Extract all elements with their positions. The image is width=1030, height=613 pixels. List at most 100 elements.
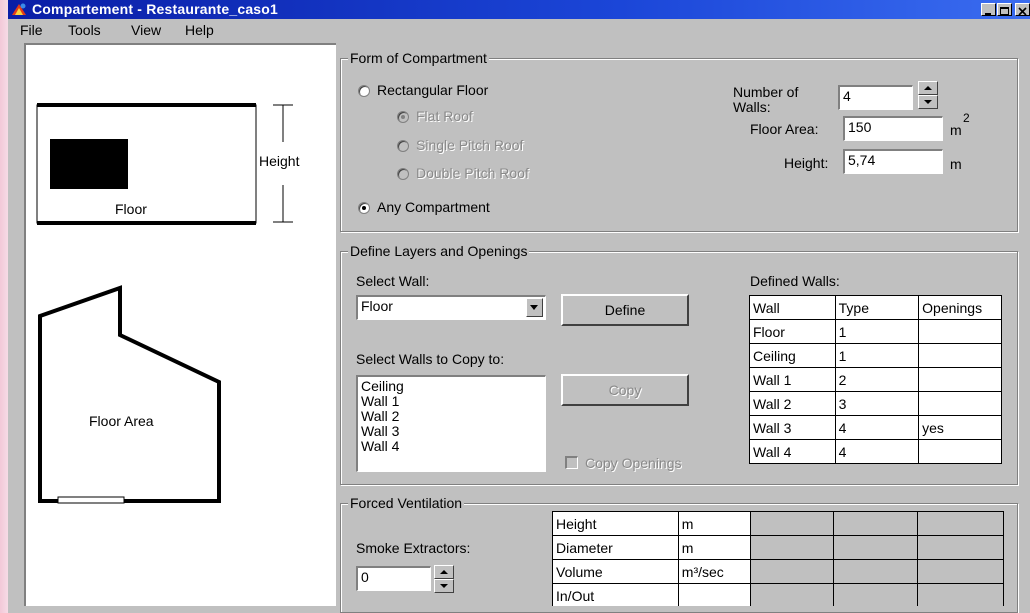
table-cell[interactable]	[833, 583, 919, 606]
spin-up-button[interactable]	[918, 81, 938, 95]
any-compartment-radio[interactable]	[358, 202, 370, 214]
table-row[interactable]: Height m	[552, 511, 1004, 536]
table-row[interactable]: Floor 1	[749, 319, 1002, 344]
number-of-walls-spinner[interactable]	[918, 81, 938, 109]
ventilation-table: Height m Diameter m Volume m³/sec In/Out	[552, 511, 1004, 606]
table-cell[interactable]: Wall 4	[749, 439, 836, 464]
table-cell[interactable]: 3	[834, 391, 920, 416]
list-item[interactable]: Wall 4	[361, 439, 542, 454]
smoke-extractors-label: Smoke Extractors:	[356, 540, 471, 556]
table-cell[interactable]	[833, 511, 919, 536]
single-pitch-roof-label[interactable]: Single Pitch Roof	[416, 137, 523, 153]
table-row[interactable]: Wall 2 3	[749, 391, 1002, 416]
double-pitch-roof-radio[interactable]	[397, 168, 409, 180]
height-field-label: Height:	[784, 155, 829, 171]
copy-button[interactable]: Copy	[561, 374, 689, 406]
table-cell[interactable]	[917, 511, 1004, 536]
floor-area-unit-exponent: 2	[963, 111, 970, 125]
list-item[interactable]: Wall 3	[361, 424, 542, 439]
table-cell	[677, 583, 751, 606]
window-title: Compartement - Restaurante_caso1	[32, 1, 279, 17]
table-cell[interactable]	[749, 583, 835, 606]
table-cell[interactable]	[833, 559, 919, 584]
close-button[interactable]	[1015, 3, 1030, 16]
table-row[interactable]: Volume m³/sec	[552, 559, 1004, 584]
ventilation-table-clip: Height m Diameter m Volume m³/sec In/Out	[552, 511, 1004, 606]
table-header-row: Wall Type Openings	[749, 295, 1002, 320]
menu-help[interactable]: Help	[185, 22, 214, 38]
table-cell[interactable]	[918, 367, 1002, 392]
list-item[interactable]: Wall 2	[361, 409, 542, 424]
table-cell[interactable]: 4	[834, 415, 920, 440]
double-pitch-roof-label[interactable]: Double Pitch Roof	[416, 165, 529, 181]
spin-up-button[interactable]	[434, 565, 454, 579]
arrow-down-icon	[924, 100, 932, 104]
table-cell[interactable]	[917, 583, 1004, 606]
table-cell[interactable]: yes	[918, 415, 1002, 440]
list-item[interactable]: Wall 1	[361, 394, 542, 409]
single-pitch-roof-radio[interactable]	[397, 140, 409, 152]
table-cell[interactable]	[749, 535, 835, 560]
table-cell[interactable]	[918, 439, 1002, 464]
flat-roof-label[interactable]: Flat Roof	[416, 108, 473, 124]
table-cell[interactable]: 2	[834, 367, 920, 392]
smoke-extractors-spinner[interactable]	[434, 565, 454, 593]
table-cell: m³/sec	[677, 559, 751, 584]
rectangular-floor-label[interactable]: Rectangular Floor	[377, 82, 488, 98]
copy-openings-label[interactable]: Copy Openings	[585, 455, 682, 471]
floor-label: Floor	[115, 201, 147, 217]
table-cell: In/Out	[552, 583, 679, 606]
smoke-extractors-input[interactable]: 0	[356, 566, 431, 591]
spin-down-button[interactable]	[918, 95, 938, 109]
table-cell[interactable]: Wall 2	[749, 391, 836, 416]
select-wall-dropdown[interactable]: Floor	[356, 295, 546, 320]
copy-openings-checkbox[interactable]	[565, 456, 578, 469]
table-row[interactable]: In/Out	[552, 583, 1004, 606]
number-of-walls-input[interactable]: 4	[838, 85, 913, 110]
table-cell[interactable]: 4	[834, 439, 920, 464]
table-cell[interactable]	[917, 535, 1004, 560]
table-cell[interactable]: 1	[834, 343, 920, 368]
dropdown-toggle-button[interactable]	[526, 298, 543, 317]
title-bar[interactable]: Compartement - Restaurante_caso1	[8, 0, 1030, 19]
defined-walls-label: Defined Walls:	[750, 273, 840, 289]
define-button[interactable]: Define	[561, 294, 689, 326]
any-compartment-label[interactable]: Any Compartment	[377, 199, 490, 215]
list-item[interactable]: Ceiling	[361, 379, 542, 394]
table-cell[interactable]	[749, 511, 835, 536]
table-row[interactable]: Wall 1 2	[749, 367, 1002, 392]
table-cell[interactable]	[749, 559, 835, 584]
select-wall-label: Select Wall:	[356, 273, 430, 289]
minimize-button[interactable]	[981, 3, 996, 16]
table-cell[interactable]	[833, 535, 919, 560]
table-row[interactable]: Diameter m	[552, 535, 1004, 560]
maximize-button[interactable]	[997, 3, 1012, 16]
height-input[interactable]: 5,74	[843, 149, 943, 174]
close-icon	[1018, 7, 1027, 16]
table-cell[interactable]: Ceiling	[749, 343, 836, 368]
table-cell[interactable]: 1	[834, 319, 920, 344]
table-cell[interactable]: Wall 1	[749, 367, 836, 392]
menu-tools[interactable]: Tools	[68, 22, 101, 38]
table-row[interactable]: Ceiling 1	[749, 343, 1002, 368]
menu-file[interactable]: File	[20, 22, 43, 38]
table-cell[interactable]	[918, 319, 1002, 344]
header-cell: Openings	[918, 295, 1002, 320]
table-row[interactable]: Wall 4 4	[749, 439, 1002, 464]
rectangular-floor-radio[interactable]	[358, 85, 370, 97]
spin-down-button[interactable]	[434, 579, 454, 593]
copy-to-list[interactable]: Ceiling Wall 1 Wall 2 Wall 3 Wall 4	[356, 375, 546, 472]
table-cell[interactable]	[917, 559, 1004, 584]
table-cell[interactable]	[918, 343, 1002, 368]
table-cell[interactable]: Wall 3	[749, 415, 836, 440]
table-row[interactable]: Wall 3 4 yes	[749, 415, 1002, 440]
arrow-up-icon	[924, 86, 932, 90]
table-cell: Volume	[552, 559, 679, 584]
menu-view[interactable]: View	[131, 22, 161, 38]
define-layers-title: Define Layers and Openings	[348, 243, 530, 259]
header-cell: Type	[834, 295, 920, 320]
table-cell[interactable]	[918, 391, 1002, 416]
table-cell[interactable]: Floor	[749, 319, 836, 344]
flat-roof-radio[interactable]	[397, 111, 409, 123]
floor-area-input[interactable]: 150	[843, 116, 943, 141]
